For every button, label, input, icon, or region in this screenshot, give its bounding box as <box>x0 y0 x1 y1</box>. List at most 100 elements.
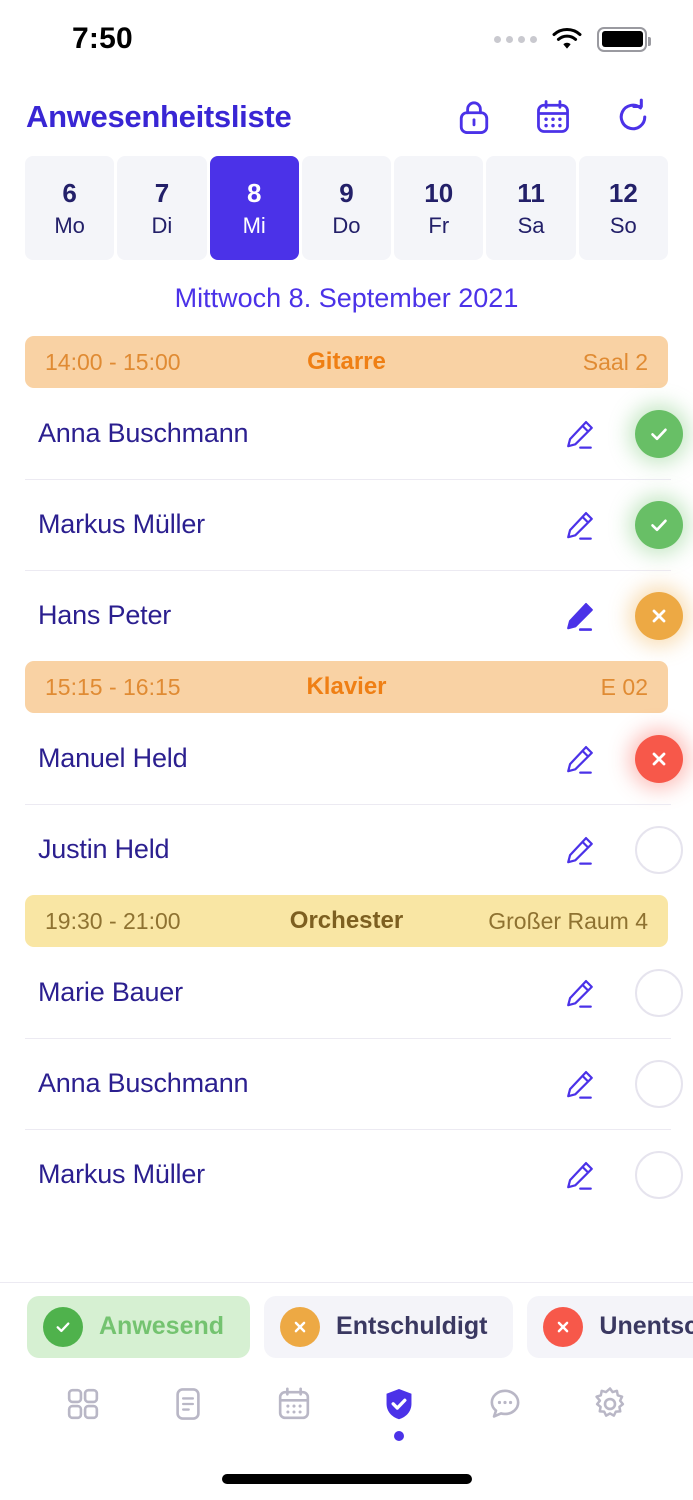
attendance-status-badge[interactable] <box>635 968 683 1017</box>
lesson-time: 19:30 - 21:00 <box>45 907 181 934</box>
attendance-status-badge[interactable] <box>635 1150 683 1199</box>
status-bar: 7:50 <box>0 0 693 78</box>
lock-icon[interactable] <box>457 98 491 136</box>
signal-dots-icon <box>494 35 537 43</box>
day-selector[interactable]: 6 Mo 7 Di 8 Mi 9 Do 10 Fr 11 Sa 12 So <box>0 156 693 260</box>
attendance-status-badge[interactable] <box>635 591 683 640</box>
student-name: Marie Bauer <box>38 977 183 1007</box>
day-tab-weekday: Mi <box>242 212 266 238</box>
edit-note-icon[interactable] <box>563 417 597 451</box>
shield-check-icon <box>381 1386 417 1422</box>
nav-item-shield-check[interactable] <box>369 1382 429 1446</box>
student-row-actions <box>563 734 693 783</box>
student-row[interactable]: Markus Müller <box>0 479 693 570</box>
student-row-actions <box>563 1150 693 1199</box>
lesson-time: 14:00 - 15:00 <box>45 348 181 375</box>
document-icon <box>170 1386 206 1422</box>
student-name: Markus Müller <box>38 1159 205 1189</box>
nav-item-document[interactable] <box>158 1382 218 1446</box>
attendance-status-badge[interactable] <box>635 825 683 874</box>
battery-full-icon <box>597 26 651 52</box>
day-tab-number: 11 <box>517 177 545 208</box>
home-indicator <box>0 1458 693 1500</box>
edit-note-icon[interactable] <box>563 1067 597 1101</box>
check-icon <box>43 1306 83 1347</box>
day-tab-mi[interactable]: 8 Mi <box>209 156 299 260</box>
student-row[interactable]: Justin Held <box>0 804 693 895</box>
lesson-room: Großer Raum 4 <box>488 907 648 934</box>
lesson-header[interactable]: 14:00 - 15:00 Gitarre Saal 2 <box>25 336 668 388</box>
edit-note-icon[interactable] <box>563 599 597 633</box>
day-tab-weekday: Do <box>332 212 361 238</box>
day-tab-number: 12 <box>608 177 638 208</box>
edit-note-icon[interactable] <box>563 508 597 542</box>
day-tab-number: 10 <box>424 177 454 208</box>
student-row[interactable]: Manuel Held <box>0 713 693 804</box>
refresh-icon[interactable] <box>615 98 651 136</box>
x-icon <box>543 1306 584 1347</box>
legend-chip-red[interactable]: Unentschuldigt <box>527 1295 693 1358</box>
gear-icon <box>592 1386 628 1422</box>
student-row[interactable]: Marie Bauer <box>0 947 693 1038</box>
legend-chip-orange[interactable]: Entschuldigt <box>264 1295 514 1358</box>
edit-note-icon[interactable] <box>563 1158 597 1192</box>
selected-date-caption: Mittwoch 8. September 2021 <box>174 282 519 313</box>
day-tab-number: 7 <box>154 177 170 208</box>
legend-chip-green[interactable]: Anwesend <box>27 1295 251 1358</box>
edit-note-icon[interactable] <box>563 976 597 1010</box>
attendance-status-badge[interactable] <box>635 500 683 549</box>
lesson-header[interactable]: 19:30 - 21:00 Orchester Großer Raum 4 <box>25 895 668 947</box>
day-tab-number: 9 <box>339 177 354 208</box>
status-bar-time: 7:50 <box>72 22 133 55</box>
edit-note-icon[interactable] <box>563 742 597 776</box>
x-icon <box>280 1306 321 1347</box>
student-row-actions <box>563 409 693 458</box>
attendance-status-badge[interactable] <box>635 734 683 783</box>
student-name: Markus Müller <box>38 509 205 539</box>
student-row-actions <box>563 825 693 874</box>
day-tab-mo[interactable]: 6 Mo <box>25 156 115 260</box>
day-tab-weekday: Mo <box>54 212 85 238</box>
chat-bubble-icon <box>487 1386 523 1422</box>
lesson-time: 15:15 - 16:15 <box>45 673 181 700</box>
legend-chip-label: Anwesend <box>99 1312 225 1340</box>
lesson-room: E 02 <box>600 673 648 700</box>
student-name: Anna Buschmann <box>38 1068 249 1098</box>
day-tab-number: 6 <box>62 177 77 208</box>
nav-item-gear[interactable] <box>580 1382 640 1446</box>
day-tab-number: 8 <box>246 177 262 208</box>
nav-item-calendar[interactable] <box>264 1382 324 1446</box>
day-tab-weekday: So <box>609 212 637 238</box>
status-legend: Anwesend Entschuldigt Unentschuldigt <box>0 1282 693 1370</box>
app-header: Anwesenheitsliste <box>0 78 693 156</box>
calendar-icon <box>276 1386 312 1422</box>
grid-icon <box>65 1386 101 1422</box>
student-row[interactable]: Markus Müller <box>0 1129 693 1220</box>
day-tab-so[interactable]: 12 So <box>578 156 668 260</box>
day-tab-weekday: Fr <box>428 212 450 238</box>
day-tab-di[interactable]: 7 Di <box>117 156 207 260</box>
day-tab-weekday: Di <box>151 212 173 238</box>
page-title: Anwesenheitsliste <box>26 99 292 134</box>
status-bar-indicators <box>494 26 651 52</box>
day-tab-sa[interactable]: 11 Sa <box>486 156 576 260</box>
legend-chip-label: Entschuldigt <box>336 1312 488 1340</box>
header-actions <box>457 98 667 136</box>
calendar-icon[interactable] <box>535 98 571 136</box>
edit-note-icon[interactable] <box>563 833 597 867</box>
nav-item-chat-bubble[interactable] <box>475 1382 535 1446</box>
day-tab-fr[interactable]: 10 Fr <box>394 156 484 260</box>
student-name: Anna Buschmann <box>38 418 249 448</box>
attendance-status-badge[interactable] <box>635 409 683 458</box>
bottom-navigation[interactable] <box>0 1370 693 1458</box>
nav-item-grid[interactable] <box>53 1382 113 1446</box>
student-row[interactable]: Hans Peter <box>0 570 693 661</box>
student-row-actions <box>563 500 693 549</box>
day-tab-weekday: Sa <box>517 212 545 238</box>
day-tab-do[interactable]: 9 Do <box>301 156 392 260</box>
student-row[interactable]: Anna Buschmann <box>0 388 693 479</box>
attendance-status-badge[interactable] <box>635 1059 683 1108</box>
student-row-actions <box>563 591 693 640</box>
lesson-header[interactable]: 15:15 - 16:15 Klavier E 02 <box>25 661 668 713</box>
student-row[interactable]: Anna Buschmann <box>0 1038 693 1129</box>
